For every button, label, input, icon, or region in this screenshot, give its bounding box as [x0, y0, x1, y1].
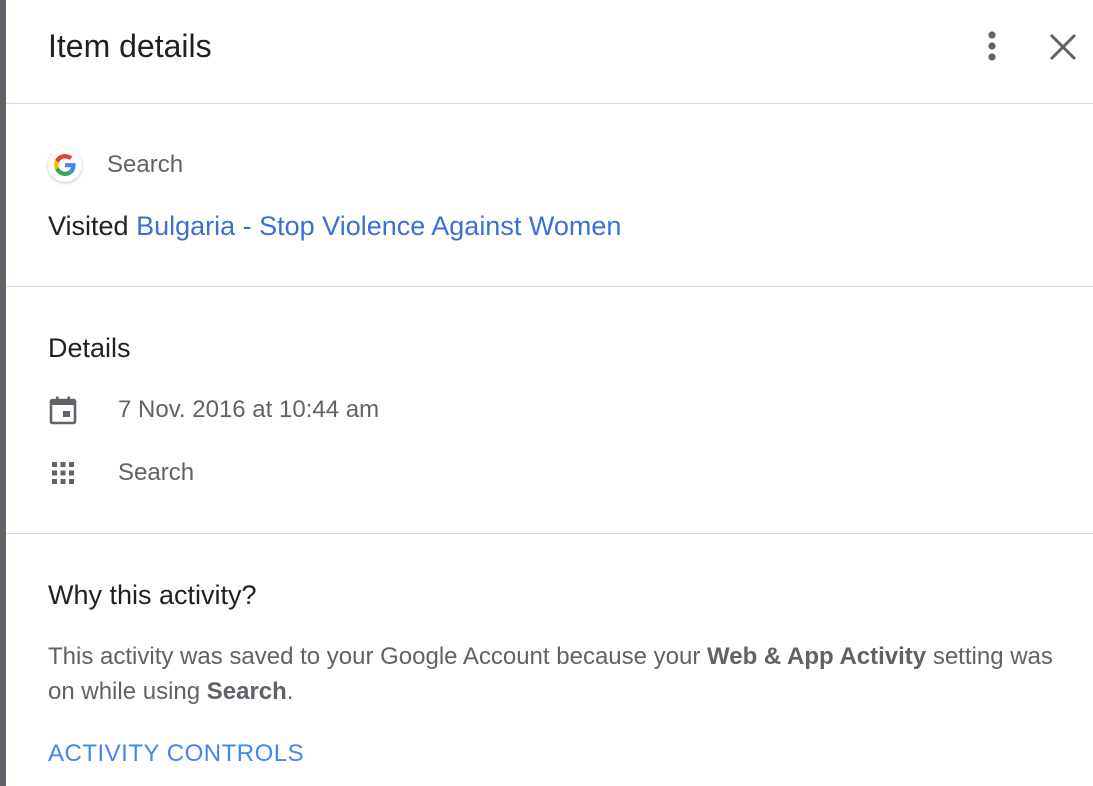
item-details-panel: Item details Search Visited Bulgaria - S… — [0, 0, 1093, 786]
why-explanation: This activity was saved to your Google A… — [48, 639, 1068, 709]
activity-date: 7 Nov. 2016 at 10:44 am — [118, 396, 380, 423]
panel-header: Item details — [6, 0, 1093, 104]
why-heading: Why this activity? — [48, 580, 257, 610]
why-text-part3: . — [286, 678, 294, 705]
details-heading: Details — [48, 333, 131, 363]
item-summary-section: Search Visited Bulgaria - Stop Violence … — [6, 104, 1093, 287]
activity-controls-link[interactable]: ACTIVITY CONTROLS — [48, 740, 304, 768]
google-logo-icon — [48, 148, 82, 182]
product-name: Search — [107, 151, 184, 178]
details-section: Details 7 Nov. 2016 at 10:44 am Search — [6, 287, 1093, 534]
product-row: Search — [48, 147, 183, 183]
apps-grid-icon — [48, 458, 78, 488]
why-activity-section: Why this activity? This activity was sav… — [6, 534, 1093, 786]
visited-line: Visited Bulgaria - Stop Violence Against… — [48, 208, 621, 244]
page-title: Item details — [48, 28, 212, 64]
close-icon — [1049, 33, 1077, 61]
app-row: Search — [48, 455, 194, 491]
web-app-activity-label: Web & App Activity — [707, 643, 927, 670]
why-text-part1: This activity was saved to your Google A… — [48, 643, 708, 670]
visited-page-link[interactable]: Bulgaria - Stop Violence Against Women — [136, 211, 621, 241]
close-button[interactable] — [1045, 29, 1081, 65]
date-row: 7 Nov. 2016 at 10:44 am — [48, 392, 379, 428]
more-options-button[interactable] — [976, 27, 1008, 67]
activity-app: Search — [118, 459, 195, 486]
search-product-label: Search — [206, 678, 287, 705]
calendar-icon — [48, 395, 78, 425]
more-vert-icon — [988, 31, 996, 61]
visited-prefix: Visited — [48, 211, 129, 241]
